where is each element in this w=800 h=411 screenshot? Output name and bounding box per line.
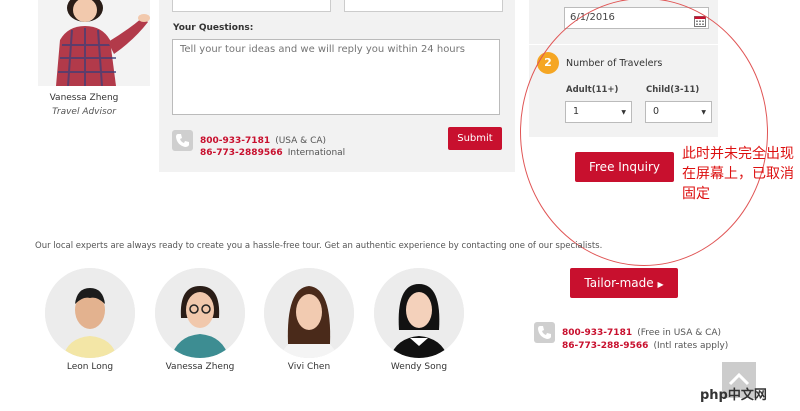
phone-icon	[172, 130, 193, 151]
form-phone-intl-note: International	[287, 148, 346, 158]
expert-name: Leon Long	[66, 362, 114, 372]
watermark-logo: php中文网	[700, 388, 767, 403]
expert-name: Vanessa Zheng	[165, 362, 235, 372]
caret-right-icon: ▶	[657, 280, 664, 289]
advisor-name: Vanessa Zheng	[49, 93, 119, 103]
expert-name: Vivi Chen	[287, 362, 331, 372]
name-input[interactable]	[172, 0, 331, 12]
advisor-role: Travel Advisor	[52, 107, 116, 117]
expert-photo-vanessa[interactable]	[155, 268, 245, 358]
expert-photo-leon[interactable]	[45, 268, 135, 358]
annotation-text: 此时并未完全出现在屏幕上，已取消固定	[682, 146, 794, 202]
experts-intro: Our local experts are always ready to cr…	[35, 241, 603, 251]
email-input[interactable]	[344, 0, 503, 12]
advisor-photo	[38, 0, 150, 86]
annotation-circle	[520, 0, 768, 266]
phone-icon	[534, 322, 555, 343]
submit-button[interactable]: Submit	[448, 127, 502, 150]
expert-photo-wendy[interactable]	[374, 268, 464, 358]
questions-label: Your Questions:	[173, 23, 254, 33]
form-phone-intl-row: 86-773-2889566 International	[200, 140, 345, 159]
tailor-phone-intl-note: (Intl rates apply)	[653, 341, 729, 351]
tailor-made-label: Tailor-made	[584, 276, 654, 290]
questions-textarea[interactable]	[172, 39, 500, 115]
expert-name: Wendy Song	[390, 362, 448, 372]
tailor-made-button[interactable]: Tailor-made ▶	[570, 268, 678, 298]
tailor-phone-intl[interactable]: 86-773-288-9566	[562, 341, 648, 351]
expert-photo-vivi[interactable]	[264, 268, 354, 358]
form-phone-intl[interactable]: 86-773-2889566	[200, 148, 283, 158]
tailor-phone-intl-row: 86-773-288-9566 (Intl rates apply)	[562, 333, 728, 352]
